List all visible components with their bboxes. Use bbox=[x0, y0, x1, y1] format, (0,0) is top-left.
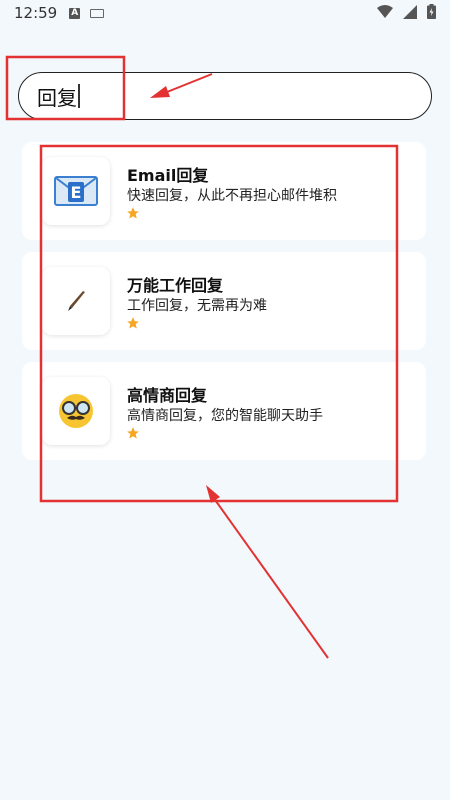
list-item-high-eq-reply[interactable]: 高情商回复 高情商回复，您的智能聊天助手 bbox=[22, 362, 426, 460]
item-description: 高情商回复，您的智能聊天助手 bbox=[127, 408, 323, 424]
text-cursor bbox=[78, 84, 80, 108]
list-item-work-reply[interactable]: 万能工作回复 工作回复，无需再为难 bbox=[22, 252, 426, 350]
item-description: 快速回复，从此不再担心邮件堆积 bbox=[127, 188, 337, 204]
system-status-icons bbox=[377, 4, 436, 19]
star-icon bbox=[127, 317, 139, 329]
disguise-face-icon bbox=[42, 377, 110, 445]
annotation-arrow-results bbox=[206, 485, 329, 659]
search-input[interactable]: 回复 bbox=[18, 72, 432, 120]
signal-icon bbox=[403, 4, 417, 19]
keyboard-icon bbox=[90, 8, 105, 18]
star-icon bbox=[127, 207, 139, 219]
a-icon: A bbox=[69, 7, 81, 19]
list-item-email-reply[interactable]: E Email回复 快速回复，从此不再担心邮件堆积 bbox=[22, 142, 426, 240]
item-title: Email回复 bbox=[127, 166, 209, 185]
star-icon bbox=[127, 427, 139, 439]
item-description: 工作回复，无需再为难 bbox=[127, 298, 267, 314]
wifi-icon bbox=[377, 4, 393, 18]
status-time: 12:59 bbox=[14, 4, 58, 22]
email-icon: E bbox=[42, 157, 110, 225]
item-title: 万能工作回复 bbox=[127, 276, 224, 295]
search-results-list: E Email回复 快速回复，从此不再担心邮件堆积 万能工作回复 工作回复，无需… bbox=[22, 142, 426, 472]
svg-text:E: E bbox=[71, 183, 82, 202]
search-input-value: 回复 bbox=[37, 85, 77, 110]
pen-icon bbox=[42, 267, 110, 335]
item-title: 高情商回复 bbox=[127, 386, 208, 405]
status-bar: 12:59 A bbox=[0, 0, 450, 26]
battery-icon bbox=[427, 4, 436, 19]
